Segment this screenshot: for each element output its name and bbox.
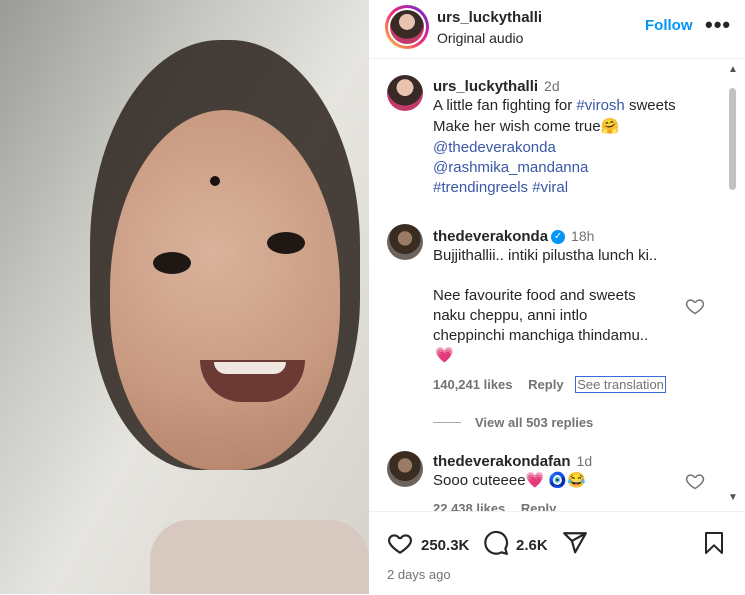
comment-header: thedeverakondafan 1d	[433, 451, 592, 472]
reply-button[interactable]: Reply	[521, 501, 556, 511]
comment-text-line: Bujjithallii.. intiki pilustha lunch ki.…	[433, 247, 658, 264]
post-header: urs_luckythalli Original audio Follow ••…	[369, 0, 745, 59]
caption-avatar[interactable]	[387, 75, 423, 111]
comment-avatar[interactable]	[387, 224, 423, 260]
mention-link[interactable]: @thedeverakonda	[433, 138, 556, 158]
likes-count[interactable]: 250.3K	[421, 537, 469, 554]
verified-icon: ✓	[551, 230, 566, 245]
comment-username[interactable]: thedeverakonda	[433, 228, 548, 245]
scrollbar-thumb[interactable]	[729, 88, 736, 190]
comment-time[interactable]: 18h	[571, 228, 594, 244]
comment-time[interactable]: 1d	[577, 453, 593, 469]
caption-text-end: sweets	[624, 97, 676, 114]
comment-heart-icon[interactable]	[685, 471, 705, 491]
reply-button[interactable]: Reply	[528, 377, 563, 392]
comment-meta: 140,241 likes Reply See translation	[433, 376, 666, 393]
caption-time[interactable]: 2d	[544, 78, 560, 94]
heart-icon[interactable]	[387, 530, 413, 556]
post-date[interactable]: 2 days ago	[387, 567, 451, 582]
scroll-down-arrow-icon[interactable]: ▼	[728, 492, 738, 503]
comment-username[interactable]: thedeverakondafan	[433, 453, 571, 470]
video-left-eye	[153, 252, 191, 274]
comment-header: thedeverakonda ✓ 18h	[433, 226, 594, 247]
follow-button[interactable]: Follow	[645, 17, 693, 34]
comment-text: Sooo cuteeee💗 🧿😂	[433, 472, 586, 489]
comment-emoji: 💗	[435, 347, 454, 364]
caption-line2: Make her wish come true🤗	[433, 118, 620, 135]
comment-text-line: naku cheppu, anni intlo	[433, 307, 588, 324]
hashtags-link[interactable]: #trendingreels #viral	[433, 178, 568, 198]
author-avatar[interactable]	[385, 5, 429, 49]
comment-avatar[interactable]	[387, 451, 423, 487]
comments-scroll-area[interactable]: urs_luckythalli 2d A little fan fighting …	[369, 59, 745, 511]
comment-likes[interactable]: 22,438 likes	[433, 501, 505, 511]
comments-count[interactable]: 2.6K	[516, 537, 548, 554]
caption-username[interactable]: urs_luckythalli	[433, 78, 538, 95]
comment-meta: 22,438 likes Reply	[433, 501, 556, 511]
comment-text-line: Nee favourite food and sweets	[433, 287, 636, 304]
author-username[interactable]: urs_luckythalli	[437, 9, 542, 26]
post-panel: urs_luckythalli Original audio Follow ••…	[369, 0, 745, 594]
video-shirt	[150, 520, 369, 594]
scroll-up-arrow-icon[interactable]: ▲	[728, 64, 738, 75]
video-teeth	[214, 362, 286, 374]
view-replies-button[interactable]: View all 503 replies	[475, 415, 593, 430]
bookmark-icon[interactable]	[702, 530, 726, 556]
more-icon[interactable]: •••	[705, 12, 731, 38]
share-icon[interactable]	[562, 530, 588, 556]
hashtag-link[interactable]: #virosh	[576, 97, 624, 114]
caption-line1: A little fan fighting for #virosh sweets	[433, 96, 676, 116]
comment-icon[interactable]	[483, 530, 509, 556]
caption-header: urs_luckythalli 2d	[433, 76, 560, 97]
scrollbar[interactable]: ▲ ▼	[725, 64, 739, 504]
reel-video[interactable]	[0, 0, 369, 594]
comment-likes[interactable]: 140,241 likes	[433, 377, 513, 392]
caption-text: A little fan fighting for	[433, 97, 573, 114]
replies-divider	[433, 422, 461, 423]
video-face	[110, 110, 340, 470]
action-bar: 250.3K 2.6K 2 days ago	[369, 511, 745, 595]
mention-link[interactable]: @rashmika_mandanna	[433, 158, 588, 178]
video-bindi	[210, 176, 220, 186]
video-right-eye	[267, 232, 305, 254]
comment-heart-icon[interactable]	[685, 296, 705, 316]
audio-label[interactable]: Original audio	[437, 30, 523, 46]
comment-text-line: cheppinchi manchiga thindamu..	[433, 327, 649, 344]
see-translation-link[interactable]: See translation	[575, 376, 666, 393]
